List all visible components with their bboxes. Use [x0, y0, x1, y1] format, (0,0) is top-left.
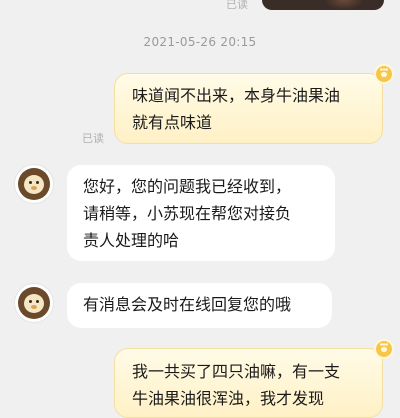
agent-avatar[interactable] — [14, 283, 54, 323]
image-content — [324, 0, 364, 10]
read-status-top: 已读 — [226, 0, 248, 11]
agent-message-bubble[interactable]: 有消息会及时在线回复您的哦 — [67, 283, 332, 328]
agent-avatar[interactable] — [14, 164, 54, 204]
message-text-line: 就有点味道 — [132, 113, 213, 132]
paw-icon — [376, 66, 392, 82]
user-message-bubble[interactable]: 味道闻不出来，本身牛油果油 就有点味道 — [114, 73, 383, 144]
avatar-eye — [36, 300, 39, 303]
avatar-face — [24, 175, 44, 194]
avatar-eye — [29, 300, 32, 303]
message-text-line: 您好，您的问题我已经收到， — [83, 177, 292, 196]
sent-image-thumbnail[interactable] — [262, 0, 384, 10]
message-text-line: 味道闻不出来，本身牛油果油 — [132, 86, 341, 105]
avatar-nose — [31, 305, 37, 309]
avatar-eye — [36, 181, 39, 184]
agent-message-bubble[interactable]: 您好，您的问题我已经收到， 请稍等，小苏现在帮您对接负 责人处理的哈 — [67, 165, 335, 261]
avatar-face — [24, 294, 44, 313]
message-text-line: 我一共买了四只油嘛，有一支 — [132, 362, 341, 381]
message-text-line: 责人处理的哈 — [83, 231, 180, 250]
message-text-line: 请稍等，小苏现在帮您对接负 — [83, 204, 292, 223]
read-status: 已读 — [82, 132, 104, 145]
avatar-nose — [31, 186, 37, 190]
message-text-line: 牛油果油很浑浊，我才发现 — [132, 389, 325, 408]
paw-icon — [376, 341, 392, 357]
chat-timestamp: 2021-05-26 20:15 — [143, 35, 257, 49]
avatar-eye — [29, 181, 32, 184]
user-message-bubble[interactable]: 我一共买了四只油嘛，有一支 牛油果油很浑浊，我才发现 — [114, 348, 383, 418]
message-text-line: 有消息会及时在线回复您的哦 — [83, 295, 292, 314]
